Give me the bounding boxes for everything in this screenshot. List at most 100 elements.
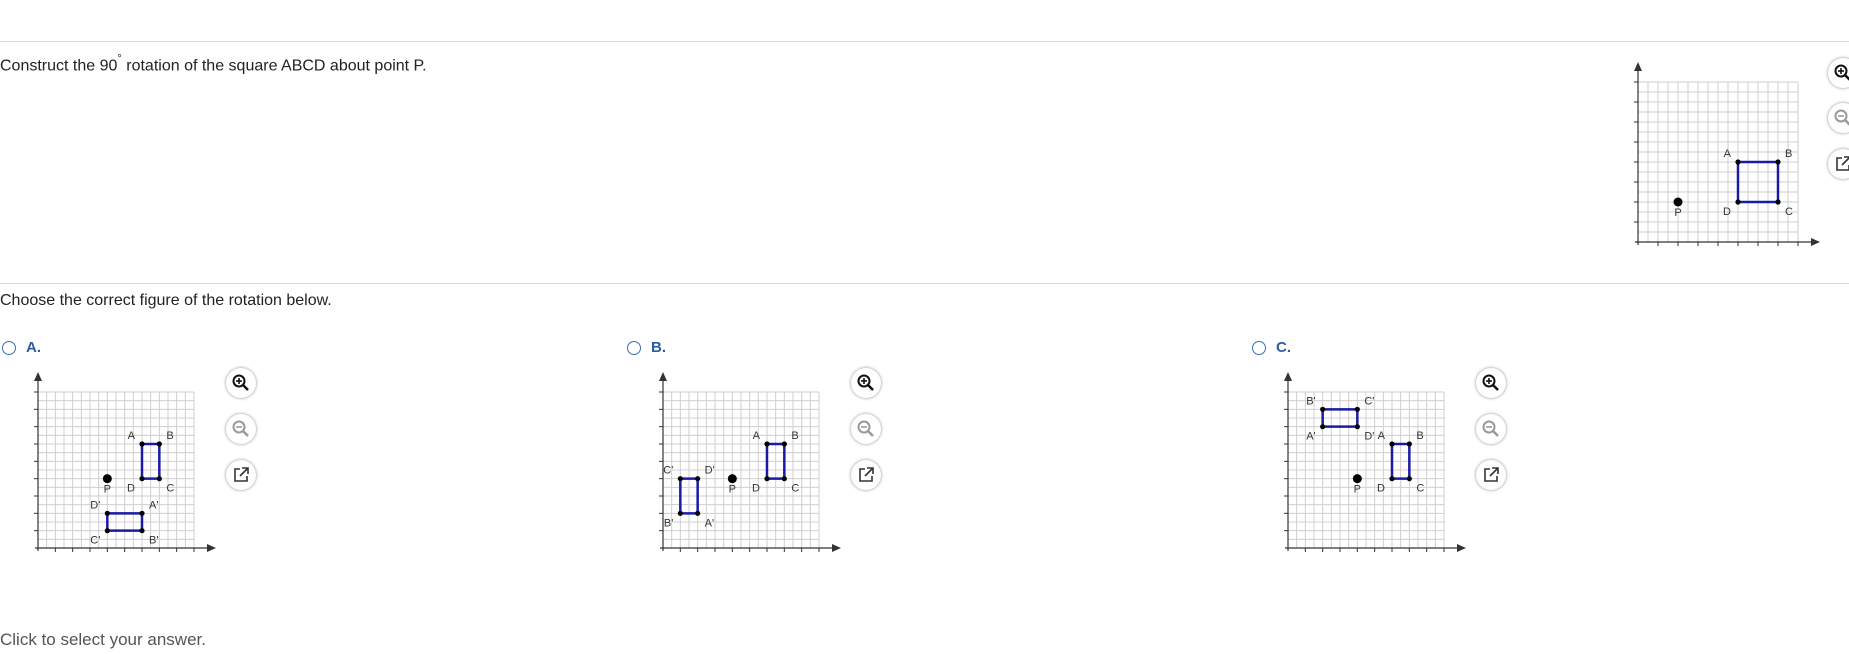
option-b-vertex-label: B' — [664, 517, 673, 529]
option-c-figure[interactable]: A B C D B' C' D' A' P — [1278, 370, 1468, 555]
middle-divider — [0, 283, 1849, 284]
option-c-y-axis-arrow — [1284, 372, 1292, 381]
option-b-vertex-dot — [764, 441, 770, 447]
option-b-vertex-dot — [764, 476, 770, 482]
option-b-y-axis-arrow — [659, 372, 667, 381]
option-b-vertex-dot — [781, 476, 787, 482]
option-b-zoom-out-button[interactable] — [851, 414, 881, 444]
option-a-vertex-label: A — [128, 430, 136, 442]
option-c-vertex-dot — [1320, 424, 1326, 430]
question-text: Construct the 90° rotation of the square… — [0, 53, 427, 75]
option-a-y-axis-arrow — [34, 372, 42, 381]
option-b-vertex-label: C — [791, 483, 799, 495]
option-c-vertex-dot — [1389, 476, 1395, 482]
option-b-vertex-dot — [695, 476, 701, 482]
option-a-vertex-dot — [156, 441, 162, 447]
option-c-vertex-dot — [1354, 424, 1360, 430]
option-a-zoom-out-button[interactable] — [226, 414, 256, 444]
option-b-figure[interactable]: A B C D C' D' A' B' P — [653, 370, 843, 555]
zoom-in-icon — [1834, 64, 1849, 81]
option-b-vertex-label: C' — [663, 465, 673, 477]
option-b-vertex-dot — [695, 510, 701, 516]
option-c-vertex-dot — [1406, 476, 1412, 482]
main-zoom-out-button[interactable] — [1828, 103, 1849, 133]
zoom-out-icon — [857, 420, 874, 437]
zoom-out-icon — [1834, 109, 1849, 126]
option-a-x-axis-arrow — [207, 544, 216, 552]
option-c-vertex-label: A' — [1306, 431, 1315, 443]
option-a-vertex-dot — [104, 528, 110, 534]
main-y-axis-arrow — [1634, 62, 1642, 71]
option-b-label[interactable]: B. — [651, 339, 666, 356]
option-b-x-axis-arrow — [832, 544, 841, 552]
main-zoom-in-button[interactable] — [1828, 58, 1849, 88]
option-c-zoom-out-button[interactable] — [1476, 414, 1506, 444]
main-vertex-label: B — [1785, 148, 1792, 160]
popout-icon — [1836, 156, 1849, 171]
option-c-vertex-dot — [1354, 406, 1360, 412]
option-a-vertex-label: C' — [90, 535, 100, 547]
option-c-vertex-label: C' — [1364, 395, 1374, 407]
main-vertex-label: D — [1723, 206, 1731, 218]
option-b-vertex-dot — [677, 476, 683, 482]
zoom-in-icon — [1482, 374, 1499, 391]
popout-icon — [234, 467, 249, 482]
option-a-center-point — [102, 474, 112, 484]
option-a-zoom-in-button[interactable] — [226, 368, 256, 398]
option-c-zoom-in-button[interactable] — [1476, 368, 1506, 398]
popout-icon — [1484, 467, 1499, 482]
option-b-center-point — [727, 474, 737, 484]
zoom-out-icon — [232, 420, 249, 437]
option-b-zoom-in-button[interactable] — [851, 368, 881, 398]
main-vertex-dot — [1735, 159, 1741, 165]
option-a-vertex-label: B' — [149, 535, 158, 547]
option-b-vertex-label: D' — [705, 465, 715, 477]
option-b-vertex-label: A' — [705, 517, 714, 529]
option-c-vertex-label: A — [1378, 430, 1386, 442]
option-c-popout-button[interactable] — [1476, 460, 1506, 490]
option-c-vertex-label: B' — [1306, 395, 1315, 407]
option-c-center-point — [1352, 474, 1362, 484]
main-vertex-label: A — [1724, 148, 1732, 160]
option-c-center-label: P — [1354, 484, 1361, 496]
option-b-vertex-dot — [677, 510, 683, 516]
option-b-popout-button[interactable] — [851, 460, 881, 490]
option-b-center-label: P — [729, 484, 736, 496]
option-b-vertex-dot — [781, 441, 787, 447]
option-a-vertex-label: A' — [149, 499, 158, 511]
footer-instruction: Click to select your answer. — [0, 630, 206, 649]
option-a-vertex-dot — [156, 476, 162, 482]
option-c-vertex-label: D — [1377, 483, 1385, 495]
option-b-radio[interactable] — [627, 341, 641, 355]
main-popout-button[interactable] — [1828, 149, 1849, 179]
option-c-x-axis-arrow — [1457, 544, 1466, 552]
option-b-vertex-label: B — [791, 430, 798, 442]
option-a-vertex-dot — [139, 528, 145, 534]
option-c-vertex-label: D' — [1364, 431, 1374, 443]
zoom-in-icon — [857, 374, 874, 391]
main-center-point — [1673, 197, 1683, 207]
option-a-vertex-label: D' — [90, 499, 100, 511]
option-a-vertex-label: D — [127, 483, 135, 495]
option-a-vertex-dot — [139, 476, 145, 482]
option-a-vertex-dot — [139, 441, 145, 447]
option-a-vertex-dot — [139, 510, 145, 516]
question-figure: A B C D P — [1634, 62, 1820, 246]
option-a-radio[interactable] — [2, 341, 16, 355]
option-b-vertex-label: A — [753, 430, 761, 442]
option-a-label[interactable]: A. — [26, 339, 41, 356]
option-a-vertex-label: B — [166, 430, 173, 442]
option-c-vertex-label: C — [1416, 483, 1424, 495]
option-c-vertex-label: B — [1416, 430, 1423, 442]
top-divider — [0, 41, 1849, 42]
option-c-radio[interactable] — [1252, 341, 1266, 355]
option-a-vertex-dot — [104, 510, 110, 516]
option-c-label[interactable]: C. — [1276, 339, 1291, 356]
main-vertex-dot — [1735, 199, 1741, 205]
option-a-vertex-label: C — [166, 483, 174, 495]
main-center-label: P — [1674, 207, 1681, 219]
option-a-popout-button[interactable] — [226, 460, 256, 490]
zoom-in-icon — [232, 374, 249, 391]
option-a-figure[interactable]: A B C D D' A' B' C' P — [28, 370, 218, 555]
main-x-axis-arrow — [1811, 238, 1820, 246]
